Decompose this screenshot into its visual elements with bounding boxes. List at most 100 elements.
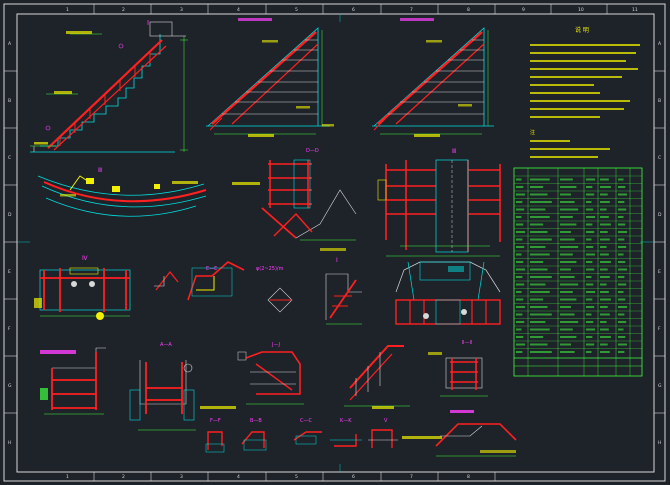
zone-number: 4	[237, 474, 240, 480]
table-cell-text	[560, 216, 573, 218]
table-cell-text	[530, 253, 550, 256]
table-cell-text	[586, 231, 595, 233]
table-cell-text	[586, 313, 592, 316]
table-cell-text	[516, 306, 526, 308]
cad-drawing-canvas: 1 2 3 4 5 6 7 8 9 10 11 1 2 3 4 5 6 7 8	[0, 0, 670, 485]
table-cell-text	[530, 298, 544, 301]
table-cell-text	[516, 223, 524, 226]
table-cell-text	[600, 276, 610, 278]
table-cell-text	[530, 261, 544, 263]
table-cell-text	[586, 291, 596, 293]
table-cell-text	[618, 216, 624, 218]
zone-letter: D	[658, 212, 662, 218]
table-cell-text	[600, 193, 608, 196]
zone-letter: G	[658, 383, 662, 389]
view-label: Ⅱ—Ⅱ	[462, 340, 472, 346]
table-cell-text	[516, 328, 522, 331]
table-cell-text	[560, 231, 571, 233]
table-cell-text	[516, 343, 526, 346]
zone-number: 6	[352, 474, 355, 480]
table-cell-text	[530, 336, 544, 338]
table-cell-text	[600, 328, 609, 331]
zone-number: 2	[122, 474, 125, 480]
table-cell-text	[516, 313, 523, 316]
zone-number: 9	[522, 7, 525, 13]
zone-letter: E	[8, 269, 11, 275]
table-cell-text	[600, 351, 610, 353]
table-cell-text	[530, 321, 546, 323]
table-cell-text	[516, 201, 523, 203]
table-cell-text	[560, 313, 575, 316]
table-cell-text	[600, 201, 610, 203]
table-cell-text	[618, 313, 625, 316]
table-cell-text	[586, 298, 593, 301]
table-cell-text	[560, 223, 577, 226]
table-cell-text	[586, 268, 595, 271]
table-cell-text	[530, 268, 548, 271]
table-cell-text	[600, 238, 610, 241]
table-cell-text	[530, 216, 550, 218]
table-cell-text	[586, 261, 593, 263]
table-cell-text	[516, 193, 526, 196]
table-cell-text	[618, 276, 625, 278]
table-cell-text	[618, 178, 624, 181]
table-cell-text	[530, 246, 546, 248]
table-cell-text	[560, 201, 575, 203]
table-cell-text	[516, 231, 526, 233]
table-cell-text	[618, 306, 628, 308]
table-cell-text	[600, 298, 611, 301]
zone-letter: B	[658, 98, 661, 104]
table-cell-text	[516, 261, 524, 263]
table-cell-text	[586, 276, 592, 278]
view-label: Ⅰ	[336, 257, 338, 264]
view-label: K—K	[340, 418, 352, 424]
table-cell-text	[618, 238, 625, 241]
zone-number: 5	[295, 474, 298, 480]
table-cell-text	[530, 208, 546, 211]
zone-number: 3	[180, 7, 183, 13]
table-cell-text	[560, 253, 573, 256]
table-cell-text	[530, 276, 552, 278]
notes-title: 说 明	[575, 26, 589, 34]
view-label: E—E	[206, 266, 217, 272]
zone-number: 10	[578, 7, 584, 13]
zone-letter: B	[8, 98, 11, 104]
table-cell-text	[586, 223, 593, 226]
table-cell-text	[530, 178, 550, 181]
table-cell-text	[516, 178, 522, 181]
table-cell-text	[600, 186, 611, 188]
table-cell-text	[560, 298, 577, 301]
table-cell-text	[530, 201, 552, 203]
table-cell-text	[516, 253, 522, 256]
table-cell-text	[516, 246, 525, 248]
table-cell-text	[618, 231, 628, 233]
zone-letter: D	[8, 212, 12, 218]
table-cell-text	[586, 306, 595, 308]
table-cell-text	[618, 253, 624, 256]
table-cell-text	[586, 253, 596, 256]
table-cell-text	[600, 246, 607, 248]
table-cell-text	[530, 291, 550, 293]
zone-number: 5	[295, 7, 298, 13]
zone-letter: F	[658, 326, 661, 332]
table-cell-text	[530, 343, 548, 346]
table-cell-text	[516, 268, 526, 271]
table-cell-text	[600, 283, 607, 286]
table-cell-text	[530, 351, 552, 353]
table-cell-text	[618, 328, 624, 331]
table-cell-text	[516, 283, 525, 286]
table-cell-text	[586, 351, 592, 353]
table-cell-text	[600, 208, 607, 211]
table-cell-text	[560, 268, 571, 271]
table-cell-text	[560, 343, 571, 346]
table-cell-text	[586, 343, 595, 346]
view-label: B—B	[250, 418, 262, 424]
view-label: D—D	[306, 148, 319, 154]
table-cell-text	[586, 283, 594, 286]
table-cell-text	[560, 336, 577, 338]
table-cell-text	[586, 238, 592, 241]
table-cell-text	[618, 208, 627, 211]
notes-subtitle: 注	[530, 129, 535, 136]
view-label: J—J	[271, 342, 280, 348]
zone-number: 7	[410, 474, 413, 480]
